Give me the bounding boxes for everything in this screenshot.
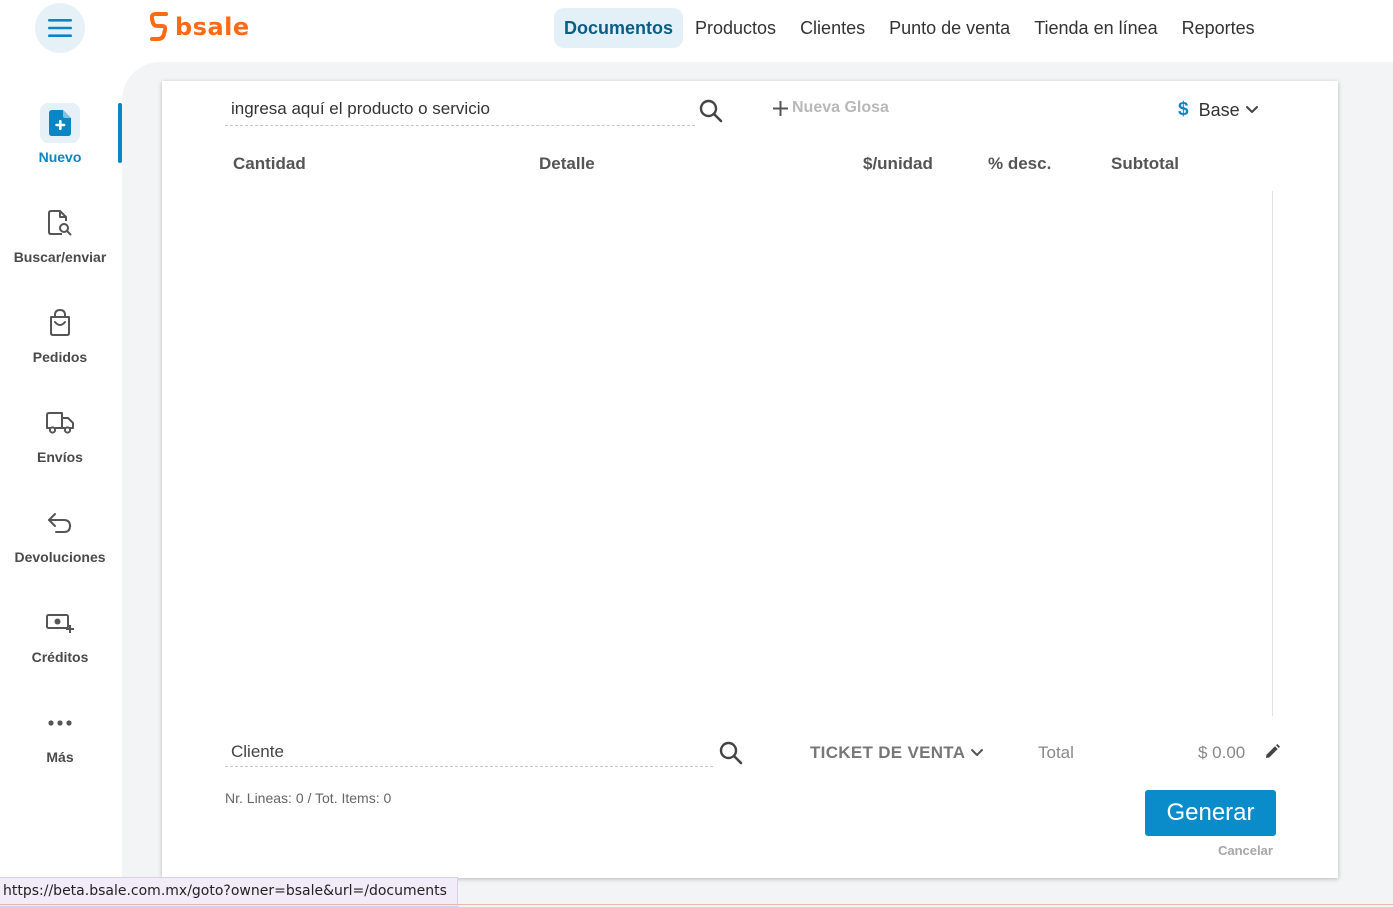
main-nav: Documentos Productos Clientes Punto de v… — [554, 8, 1267, 48]
column-header-subtotal: Subtotal — [1111, 154, 1179, 173]
column-header-cantidad: Cantidad — [233, 154, 306, 173]
product-search-button[interactable] — [698, 98, 724, 124]
column-header-descuento: % desc. — [988, 154, 1052, 173]
hamburger-menu-icon — [48, 19, 72, 37]
nav-punto-de-venta[interactable]: Punto de venta — [877, 8, 1022, 48]
brand-name: bsale — [175, 13, 250, 41]
cancel-link[interactable]: Cancelar — [1218, 843, 1273, 858]
top-bar: bsale Documentos Productos Clientes Punt… — [0, 0, 1393, 62]
new-document-icon — [40, 103, 80, 143]
product-search-input[interactable] — [231, 99, 686, 119]
search-icon — [699, 99, 723, 123]
return-arrow-icon — [40, 503, 80, 543]
sidebar-item-envios[interactable]: Envíos — [0, 403, 120, 483]
chevron-down-icon — [971, 749, 984, 756]
sidebar: Nuevo Buscar/enviar Pedidos Envíos Devol… — [0, 62, 122, 907]
sidebar-item-label: Pedidos — [32, 349, 88, 365]
price-list-selector[interactable]: $ Base — [1178, 99, 1259, 121]
column-header-detalle: Detalle — [539, 154, 595, 173]
client-search-button[interactable] — [718, 740, 744, 766]
column-header-precio-unidad: $/unidad — [863, 154, 933, 173]
status-bar-url: https://beta.bsale.com.mx/goto?owner=bsa… — [0, 877, 458, 907]
search-document-icon — [40, 203, 80, 243]
sidebar-item-label: Devoluciones — [14, 549, 106, 565]
document-type-label: TICKET DE VENTA — [810, 743, 966, 762]
sidebar-item-nuevo[interactable]: Nuevo — [0, 103, 120, 183]
cash-plus-icon — [40, 603, 80, 643]
sidebar-item-label: Créditos — [31, 649, 89, 665]
chevron-down-icon — [1245, 106, 1258, 113]
sidebar-item-label: Envíos — [37, 449, 83, 465]
truck-icon — [40, 403, 80, 443]
new-gloss-button[interactable]: Nueva Glosa — [773, 99, 889, 117]
total-label: Total — [1038, 743, 1074, 762]
sidebar-item-devoluciones[interactable]: Devoluciones — [0, 503, 120, 583]
plus-icon — [773, 100, 788, 116]
total-value: $ 0.00 — [1198, 743, 1246, 762]
dollar-icon: $ — [1178, 99, 1189, 120]
bottom-divider — [0, 904, 1393, 905]
nav-tienda-en-linea[interactable]: Tienda en línea — [1022, 8, 1169, 48]
edit-total-button[interactable] — [1263, 743, 1281, 761]
price-list-label: Base — [1198, 99, 1240, 120]
nav-clientes[interactable]: Clientes — [788, 8, 877, 48]
nav-documentos[interactable]: Documentos — [554, 8, 684, 48]
hamburger-menu-button[interactable] — [35, 3, 85, 53]
client-search-input[interactable] — [231, 742, 701, 762]
product-search — [225, 95, 695, 126]
sidebar-item-pedidos[interactable]: Pedidos — [0, 303, 120, 383]
sidebar-item-buscar-enviar[interactable]: Buscar/enviar — [0, 203, 120, 283]
pencil-icon — [1266, 744, 1280, 758]
bsale-logo[interactable]: bsale — [150, 12, 250, 42]
shopping-bag-icon — [40, 303, 80, 343]
search-icon — [719, 741, 743, 765]
sidebar-item-label: Buscar/enviar — [13, 249, 107, 265]
items-area-divider — [1272, 191, 1273, 716]
more-dots-icon — [40, 703, 80, 743]
lines-summary: Nr. Lineas: 0 / Tot. Items: 0 — [225, 790, 392, 806]
generate-button[interactable]: Generar — [1145, 790, 1276, 836]
new-gloss-label: Nueva Glosa — [792, 99, 889, 116]
nav-productos[interactable]: Productos — [683, 8, 788, 48]
sidebar-item-mas[interactable]: Más — [0, 703, 120, 783]
sidebar-item-label: Nuevo — [38, 149, 82, 165]
sidebar-item-label: Más — [46, 749, 74, 765]
bsale-logo-icon — [150, 12, 168, 41]
client-search — [225, 736, 713, 767]
sidebar-item-creditos[interactable]: Créditos — [0, 603, 120, 683]
nav-reportes[interactable]: Reportes — [1170, 8, 1267, 48]
document-type-selector[interactable]: TICKET DE VENTA — [810, 743, 984, 763]
document-card: Nueva Glosa $ Base Cantidad Detalle $/un… — [162, 81, 1338, 878]
